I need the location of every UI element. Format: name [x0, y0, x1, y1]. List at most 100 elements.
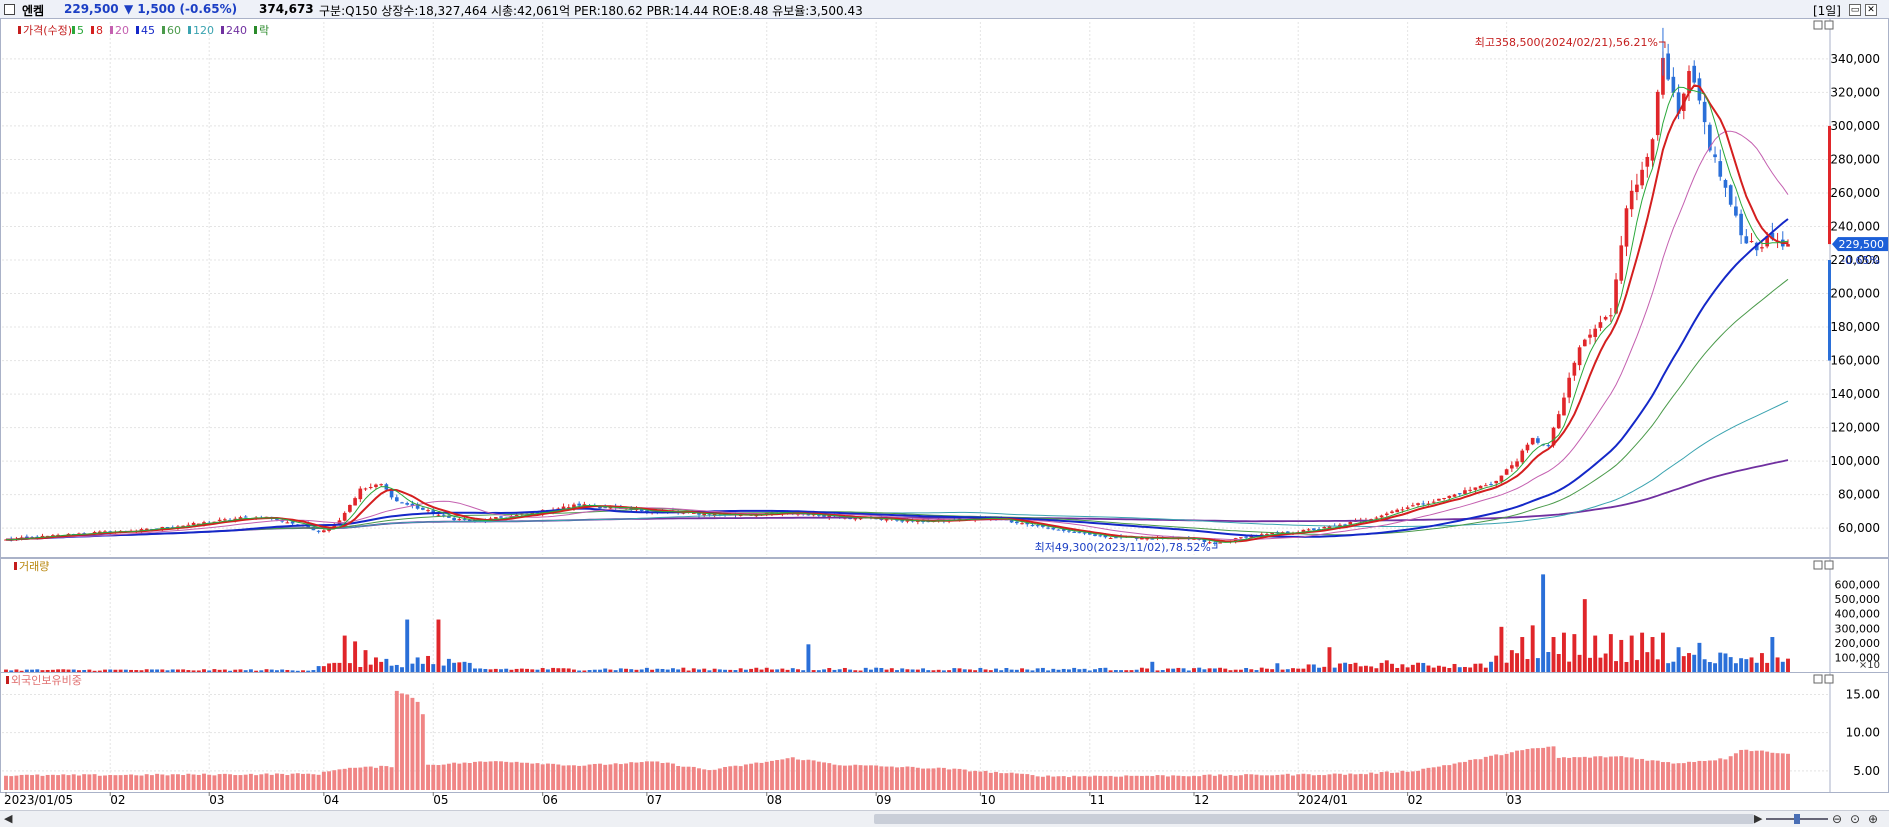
zoom-slider-handle[interactable]: [1794, 814, 1800, 824]
foreign-bar: [379, 765, 384, 790]
foreign-bar: [592, 763, 597, 790]
foreign-bar: [1739, 749, 1744, 790]
volume-bar: [1322, 666, 1327, 672]
pane-maximize-icon-price: [1813, 20, 1823, 30]
candle-body: [1150, 538, 1155, 540]
foreign-bar: [165, 775, 170, 790]
foreign-bar: [1770, 752, 1775, 790]
volume-bar: [1509, 650, 1514, 672]
volume-bar: [1390, 663, 1394, 672]
volume-bar: [108, 669, 113, 672]
foreign-bar: [780, 759, 785, 790]
volume-bar: [155, 669, 160, 672]
pane-close-icon-price: [1824, 20, 1834, 30]
foreign-bar: [254, 775, 259, 790]
foreign-bar: [1171, 775, 1176, 790]
candle-body: [1760, 247, 1764, 249]
horizontal-scrollbar[interactable]: ◀ ▶ ⊖ ⊙ ⊕: [0, 810, 1889, 827]
volume-bar: [941, 670, 946, 672]
foreign-bar: [45, 774, 50, 790]
candle-body: [436, 514, 441, 516]
volume-bar: [712, 668, 717, 672]
pane-maximize-icon-volume: [1813, 560, 1823, 570]
volume-bar: [1483, 667, 1488, 672]
foreign-bar: [1322, 775, 1327, 790]
foreign-bar: [1280, 774, 1285, 790]
foreign-bar: [306, 773, 311, 790]
volume-bar: [233, 669, 238, 672]
foreign-bar: [337, 769, 342, 790]
price-y-tick: 260,000: [1830, 186, 1880, 200]
volume-bar: [415, 657, 420, 672]
stock-chart[interactable]: 60,000 80,000 100,000 120,000 140,000 160,000…: [0, 0, 1889, 810]
foreign-bar: [983, 770, 988, 790]
scroll-left-icon[interactable]: ◀: [4, 812, 12, 825]
volume-bar: [535, 669, 540, 672]
foreign-bar: [691, 766, 696, 790]
volume-bar: [9, 670, 14, 672]
volume-bar: [691, 668, 696, 672]
foreign-bar: [1103, 776, 1108, 790]
foreign-bar: [14, 775, 19, 790]
foreign-bar: [1431, 767, 1436, 790]
volume-bar: [811, 670, 816, 672]
foreign-bar: [1775, 753, 1780, 790]
candle-body: [1786, 244, 1790, 247]
foreign-bar: [712, 769, 717, 790]
x-tick-label: 04: [324, 793, 339, 807]
volume-bar: [1238, 669, 1243, 672]
foreign-bar: [1567, 757, 1572, 790]
volume-bar: [1676, 647, 1681, 672]
candle-body: [1619, 245, 1624, 281]
foreign-bar: [1588, 757, 1592, 790]
scroll-thumb[interactable]: [874, 814, 1754, 824]
volume-bar: [410, 663, 415, 672]
zoom-out-icon[interactable]: ⊖: [1832, 812, 1842, 826]
foreign-bar: [806, 759, 811, 790]
volume-bar: [853, 670, 858, 672]
foreign-bar: [1093, 775, 1097, 790]
volume-bar: [243, 670, 248, 672]
volume-bar: [1426, 665, 1431, 672]
volume-bar: [40, 670, 45, 672]
foreign-bar: [1546, 746, 1551, 790]
candle-body: [368, 486, 373, 489]
foreign-bar: [644, 761, 649, 790]
volume-bar: [1395, 667, 1400, 672]
foreign-bar: [1713, 760, 1718, 790]
volume-bar: [1770, 637, 1775, 672]
last-change-label: -0.65%: [1841, 254, 1880, 267]
foreign-bar: [796, 759, 800, 790]
volume-bar: [259, 670, 264, 672]
foreign-bar: [889, 766, 894, 790]
x-tick-label: 06: [543, 793, 558, 807]
pane-close-icon-foreign: [1824, 674, 1834, 684]
scroll-right-icon[interactable]: ▶: [1754, 812, 1762, 825]
volume-bar: [1619, 639, 1624, 672]
zoom-fit-icon[interactable]: ⊙: [1850, 812, 1860, 826]
foreign-bar: [436, 765, 441, 790]
foreign-bar: [1145, 775, 1150, 790]
zoom-in-icon[interactable]: ⊕: [1868, 812, 1878, 826]
foreign-bar: [1619, 756, 1624, 790]
volume-bar: [1014, 669, 1019, 672]
volume-bar: [472, 668, 477, 672]
foreign-bar: [1400, 770, 1405, 790]
volume-bar: [785, 669, 790, 672]
zoom-control[interactable]: ⊖ ⊙ ⊕: [1766, 812, 1886, 826]
volume-bar: [1030, 670, 1035, 672]
foreign-bar: [905, 766, 910, 790]
foreign-bar: [280, 773, 285, 790]
volume-bar: [4, 669, 8, 672]
candle-body: [1030, 525, 1035, 527]
volume-y-tick: 200,000: [1835, 637, 1881, 650]
volume-bar: [681, 667, 686, 672]
foreign-bar: [1765, 751, 1770, 790]
foreign-bar: [801, 760, 806, 790]
volume-bar: [76, 670, 81, 672]
foreign-bar: [921, 768, 926, 790]
foreign-bar: [879, 766, 884, 790]
volume-bar: [618, 668, 623, 672]
volume-bar: [1129, 670, 1134, 672]
foreign-bar: [217, 774, 222, 790]
